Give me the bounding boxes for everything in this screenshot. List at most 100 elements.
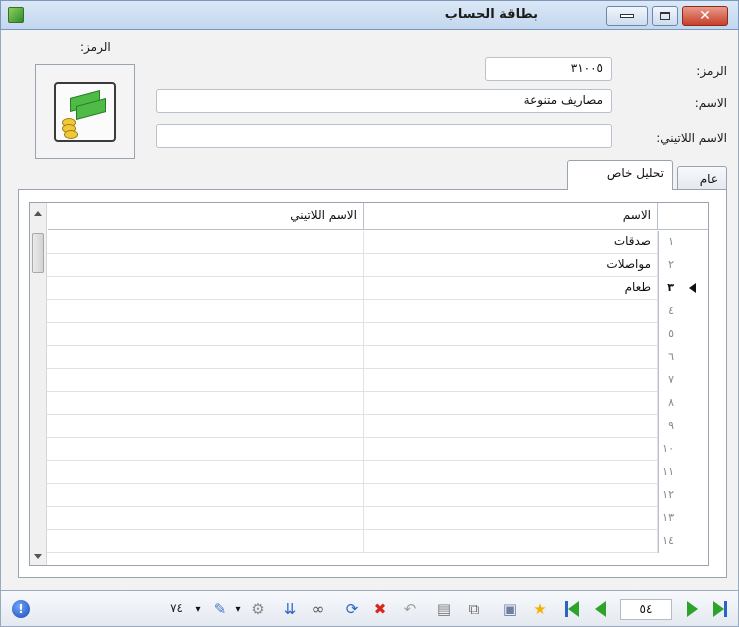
- first-record-button[interactable]: [710, 599, 730, 619]
- refresh-button[interactable]: ⟳: [342, 599, 362, 619]
- table-row[interactable]: ١٢: [30, 484, 708, 507]
- table-row[interactable]: ٩: [30, 415, 708, 438]
- cell-latin-name[interactable]: [48, 530, 364, 553]
- grid-vertical-scrollbar[interactable]: [30, 203, 47, 565]
- sort-button[interactable]: ⇊: [280, 599, 300, 619]
- cell-name[interactable]: [364, 507, 658, 530]
- cell-name[interactable]: [364, 346, 658, 369]
- refresh-icon: ⟳: [345, 600, 359, 618]
- last-record-button[interactable]: [562, 599, 582, 619]
- previous-record-button[interactable]: [590, 599, 610, 619]
- table-row[interactable]: ١٣: [30, 507, 708, 530]
- favorite-button[interactable]: ★: [530, 599, 550, 619]
- attachment-icon: ✎: [213, 600, 227, 618]
- row-number: ٤: [668, 304, 674, 317]
- cell-name[interactable]: [364, 530, 658, 553]
- table-row[interactable]: طعام ٣: [30, 277, 708, 300]
- cell-latin-name[interactable]: [48, 277, 364, 300]
- app-icon: [8, 7, 24, 23]
- row-number-cell[interactable]: ٣: [658, 277, 708, 300]
- cell-name[interactable]: صدقات: [364, 231, 658, 254]
- cell-latin-name[interactable]: [48, 438, 364, 461]
- sort-icon: ⇊: [283, 600, 297, 618]
- row-number-cell[interactable]: ٩: [658, 415, 708, 438]
- table-row[interactable]: ١١: [30, 461, 708, 484]
- row-number-cell[interactable]: ٧: [658, 369, 708, 392]
- cell-latin-name[interactable]: [48, 484, 364, 507]
- attachment-button[interactable]: ✎: [210, 599, 230, 619]
- column-header-name[interactable]: الاسم: [364, 203, 658, 230]
- table-row[interactable]: ٨: [30, 392, 708, 415]
- table-row[interactable]: ٦: [30, 346, 708, 369]
- name-field[interactable]: مصاريف متنوعة: [156, 89, 612, 113]
- options-dropdown[interactable]: ▾: [228, 599, 248, 619]
- cell-name[interactable]: [364, 323, 658, 346]
- cell-latin-name[interactable]: [48, 254, 364, 277]
- title-bar[interactable]: بطاقة الحساب ✕: [0, 0, 739, 30]
- row-number-cell[interactable]: ٨: [658, 392, 708, 415]
- icon-label: الرمز:: [80, 40, 111, 54]
- row-number-cell[interactable]: ١٣: [658, 507, 708, 530]
- row-number-cell[interactable]: ٥: [658, 323, 708, 346]
- cell-latin-name[interactable]: [48, 461, 364, 484]
- table-row[interactable]: ٤: [30, 300, 708, 323]
- scroll-down-arrow-icon[interactable]: [34, 554, 42, 559]
- copy-button[interactable]: ⧉: [464, 599, 484, 619]
- table-row[interactable]: ٥: [30, 323, 708, 346]
- row-number-cell[interactable]: ١٤: [658, 530, 708, 553]
- row-number-cell[interactable]: ٢: [658, 254, 708, 277]
- save-button[interactable]: ▣: [500, 599, 520, 619]
- cell-latin-name[interactable]: [48, 231, 364, 254]
- cell-name[interactable]: [364, 461, 658, 484]
- maximize-button[interactable]: [652, 6, 678, 26]
- cell-name[interactable]: [364, 484, 658, 507]
- search-icon: ∞: [311, 600, 325, 618]
- record-number-field[interactable]: ٥٤: [620, 599, 672, 620]
- table-row[interactable]: ٧: [30, 369, 708, 392]
- next-record-button[interactable]: [682, 599, 702, 619]
- table-row[interactable]: مواصلات ٢: [30, 254, 708, 277]
- cell-latin-name[interactable]: [48, 346, 364, 369]
- current-row-arrow-icon: [689, 283, 696, 293]
- cell-name[interactable]: مواصلات: [364, 254, 658, 277]
- cell-name[interactable]: [364, 415, 658, 438]
- scrollbar-thumb[interactable]: [32, 233, 44, 273]
- cell-latin-name[interactable]: [48, 323, 364, 346]
- cell-name[interactable]: [364, 392, 658, 415]
- column-header-latin-name[interactable]: الاسم اللاتيني: [48, 203, 364, 230]
- row-number-cell[interactable]: ١: [658, 231, 708, 254]
- minimize-button[interactable]: [606, 6, 648, 26]
- row-number-cell[interactable]: ١١: [658, 461, 708, 484]
- cell-name[interactable]: [364, 300, 658, 323]
- search-button[interactable]: ∞: [308, 599, 328, 619]
- cell-name[interactable]: [364, 438, 658, 461]
- analysis-grid[interactable]: الاسم اللاتيني الاسم صدقات ١ مواصلات ٢ طعام ٣…: [29, 202, 709, 566]
- table-row[interactable]: صدقات ١: [30, 231, 708, 254]
- code-field[interactable]: ٣١٠٠٥: [485, 57, 612, 81]
- cell-latin-name[interactable]: [48, 415, 364, 438]
- cell-latin-name[interactable]: [48, 392, 364, 415]
- cell-latin-name[interactable]: [48, 507, 364, 530]
- first-record-icon: [713, 601, 724, 617]
- info-button[interactable]: !: [11, 599, 31, 619]
- attachment-dropdown[interactable]: ▾: [188, 599, 208, 619]
- row-number-cell[interactable]: ١٢: [658, 484, 708, 507]
- cell-latin-name[interactable]: [48, 369, 364, 392]
- table-row[interactable]: ١٤: [30, 530, 708, 553]
- row-number-cell[interactable]: ٦: [658, 346, 708, 369]
- scroll-up-arrow-icon[interactable]: [34, 211, 42, 216]
- options-button[interactable]: ⚙: [248, 599, 268, 619]
- row-number-cell[interactable]: ١٠: [658, 438, 708, 461]
- account-picture-box[interactable]: [35, 64, 135, 159]
- row-number-cell[interactable]: ٤: [658, 300, 708, 323]
- paste-button[interactable]: ▤: [434, 599, 454, 619]
- tab-special-analysis[interactable]: تحليل خاص: [567, 160, 673, 190]
- latin-name-field[interactable]: [156, 124, 612, 148]
- cell-name[interactable]: طعام: [364, 277, 658, 300]
- delete-button[interactable]: ✖: [370, 599, 390, 619]
- undo-button[interactable]: ↶: [400, 599, 420, 619]
- table-row[interactable]: ١٠: [30, 438, 708, 461]
- cell-name[interactable]: [364, 369, 658, 392]
- close-button[interactable]: ✕: [682, 6, 728, 26]
- cell-latin-name[interactable]: [48, 300, 364, 323]
